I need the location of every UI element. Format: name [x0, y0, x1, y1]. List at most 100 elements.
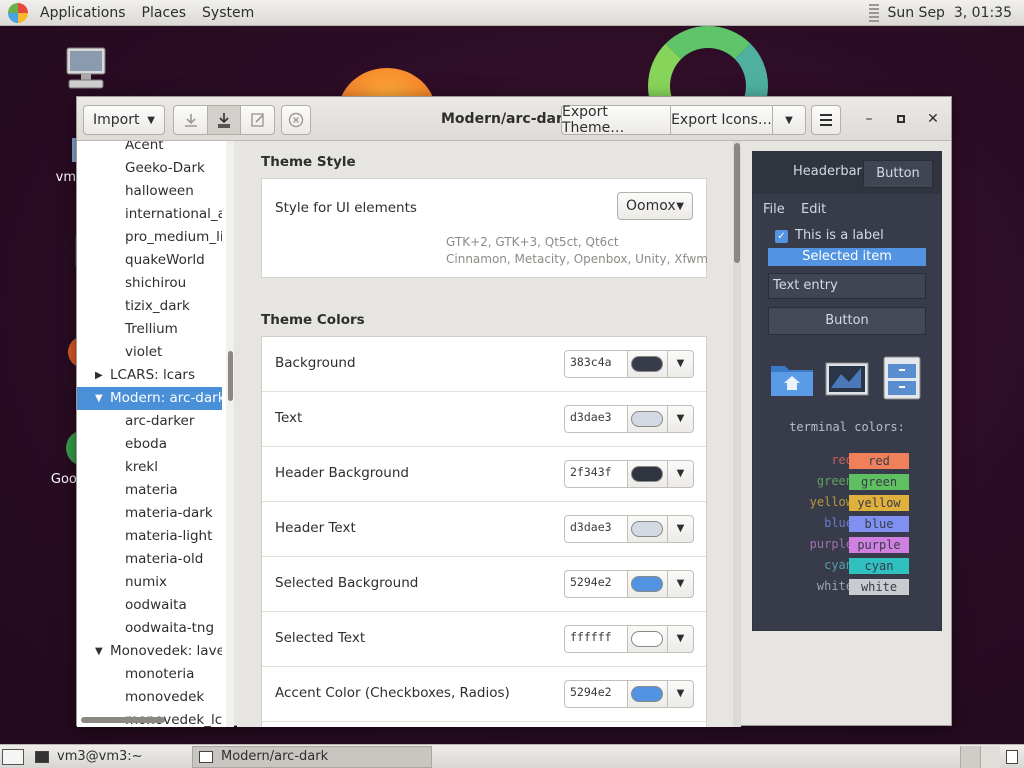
tree-item-row[interactable]: materia — [77, 479, 222, 502]
menu-applications[interactable]: Applications — [32, 0, 134, 26]
sidebar-scrollbar[interactable] — [226, 141, 234, 727]
save-to-icon — [218, 113, 230, 128]
color-hex-input[interactable]: 383c4a — [564, 350, 628, 378]
tree-item-row[interactable]: international_as — [77, 203, 222, 226]
expander-closed-icon[interactable]: ▶ — [95, 364, 103, 387]
section-title-theme-style: Theme Style — [261, 154, 356, 170]
save-button[interactable] — [207, 105, 241, 135]
export-menu-button[interactable]: ▼ — [772, 105, 806, 135]
color-picker-button[interactable] — [628, 350, 668, 378]
preview-selected-item[interactable]: Selected item — [768, 248, 926, 266]
window-icon — [199, 750, 213, 763]
edit-icon — [250, 113, 264, 127]
export-icons-label: Export Icons… — [671, 112, 772, 128]
tree-row-label: Acent — [125, 141, 164, 153]
tree-row-label: Trellium — [125, 321, 178, 337]
tree-item-row[interactable]: materia-light — [77, 525, 222, 548]
tree-item-row[interactable]: monovedek — [77, 686, 222, 709]
tree-item-row[interactable]: pro_medium_lig — [77, 226, 222, 249]
expander-open-icon[interactable]: ▼ — [95, 640, 103, 663]
expander-open-icon[interactable]: ▼ — [95, 387, 103, 410]
settings-scrollbar-thumb[interactable] — [734, 143, 740, 263]
taskbar-item-oomox[interactable]: Modern/arc-dark — [192, 745, 432, 768]
color-options-dropdown[interactable]: ▼ — [667, 570, 694, 598]
tree-item-row[interactable]: numix — [77, 571, 222, 594]
sidebar-scrollbar-thumb[interactable] — [228, 351, 233, 401]
color-row: Header Text d3dae3 ▼ — [262, 502, 706, 557]
style-dropdown[interactable]: Oomox ▼ — [617, 192, 693, 220]
menu-places[interactable]: Places — [134, 0, 195, 26]
clock[interactable]: Sun Sep 3, 01:35 — [887, 5, 1012, 21]
preview-text-entry[interactable]: Text entry — [768, 273, 926, 299]
color-swatch — [631, 521, 663, 537]
color-picker-button[interactable] — [628, 515, 668, 543]
color-hex-input[interactable]: d3dae3 — [564, 405, 628, 433]
tree-item-row[interactable]: monoteria — [77, 663, 222, 686]
main-menu-button[interactable] — [811, 105, 841, 135]
color-picker-button[interactable] — [628, 625, 668, 653]
color-options-dropdown[interactable]: ▼ — [667, 350, 694, 378]
sidebar-horizontal-scrollbar-thumb[interactable] — [81, 717, 165, 723]
tree-item-row[interactable]: violet — [77, 341, 222, 364]
maximize-button[interactable] — [891, 109, 911, 129]
tree-group-row[interactable]: ▼ Monovedek: lavenc — [77, 640, 222, 663]
color-row-label: Header Background — [275, 465, 409, 481]
terminal-color-bg-sample: purple — [849, 537, 909, 553]
tree-item-row[interactable]: oodwaita — [77, 594, 222, 617]
tree-item-row[interactable]: Trellium — [77, 318, 222, 341]
color-picker-button[interactable] — [628, 680, 668, 708]
workspace-1[interactable] — [960, 745, 980, 768]
tree-item-row[interactable]: oodwaita-tng — [77, 617, 222, 640]
workspace-2[interactable] — [980, 745, 1000, 768]
tree-row-label: materia-light — [125, 528, 213, 544]
chevron-down-icon: ▼ — [147, 114, 155, 126]
color-picker-button[interactable] — [628, 405, 668, 433]
minimize-button[interactable]: – — [859, 109, 879, 129]
color-hex-input[interactable]: 5294e2 — [564, 570, 628, 598]
preview-menu-file[interactable]: File — [763, 202, 785, 217]
preview-menu-edit[interactable]: Edit — [801, 202, 826, 217]
tree-item-row[interactable]: eboda — [77, 433, 222, 456]
color-hex-input[interactable]: ffffff — [564, 625, 628, 653]
download-button[interactable] — [173, 105, 208, 135]
color-options-dropdown[interactable]: ▼ — [667, 405, 694, 433]
color-hex-input[interactable]: 5294e2 — [564, 680, 628, 708]
applications-logo-icon[interactable] — [8, 2, 28, 23]
edit-button[interactable] — [240, 105, 275, 135]
export-theme-button[interactable]: Export Theme… — [561, 104, 671, 136]
color-picker-button[interactable] — [628, 570, 668, 598]
preview-checkbox[interactable]: ✓ — [775, 230, 788, 243]
tree-item-row[interactable]: Acent — [77, 141, 222, 157]
color-options-dropdown[interactable]: ▼ — [667, 515, 694, 543]
close-button[interactable]: ✕ — [923, 109, 943, 129]
color-hex-input[interactable]: d3dae3 — [564, 515, 628, 543]
remove-button[interactable] — [281, 105, 311, 135]
tree-item-row[interactable]: shichirou — [77, 272, 222, 295]
tree-item-row[interactable]: arc-darker — [77, 410, 222, 433]
tree-item-row[interactable]: krekl — [77, 456, 222, 479]
color-options-dropdown[interactable]: ▼ — [667, 625, 694, 653]
color-options-dropdown[interactable]: ▼ — [667, 460, 694, 488]
terminal-color-bg-sample: yellow — [849, 495, 909, 511]
show-desktop-icon[interactable] — [2, 748, 24, 765]
tree-item-row[interactable]: quakeWorld — [77, 249, 222, 272]
preview-headerbar-button[interactable]: Button — [863, 160, 933, 188]
trash-applet[interactable] — [1000, 746, 1024, 768]
taskbar-item-terminal[interactable]: vm3@vm3:~ — [28, 746, 188, 768]
menu-system[interactable]: System — [194, 0, 262, 26]
tree-item-row[interactable]: halloween — [77, 180, 222, 203]
tree-item-row[interactable]: materia-dark — [77, 502, 222, 525]
color-picker-button[interactable] — [628, 460, 668, 488]
tree-item-row[interactable]: materia-old — [77, 548, 222, 571]
tree-group-row[interactable]: ▶ LCARS: lcars — [77, 364, 222, 387]
tree-group-row[interactable]: ▼ Modern: arc-dark — [77, 387, 222, 410]
export-icons-button[interactable]: Export Icons… — [670, 105, 773, 135]
theme-list[interactable]: Acent Geeko-Dark halloween international_as… — [77, 141, 227, 727]
preview-button[interactable]: Button — [768, 307, 926, 335]
import-button[interactable]: Import ▼ — [83, 105, 165, 135]
terminal-icon — [35, 750, 49, 763]
tree-item-row[interactable]: tizix_dark — [77, 295, 222, 318]
color-hex-input[interactable]: 2f343f — [564, 460, 628, 488]
tree-item-row[interactable]: Geeko-Dark — [77, 157, 222, 180]
color-options-dropdown[interactable]: ▼ — [667, 680, 694, 708]
